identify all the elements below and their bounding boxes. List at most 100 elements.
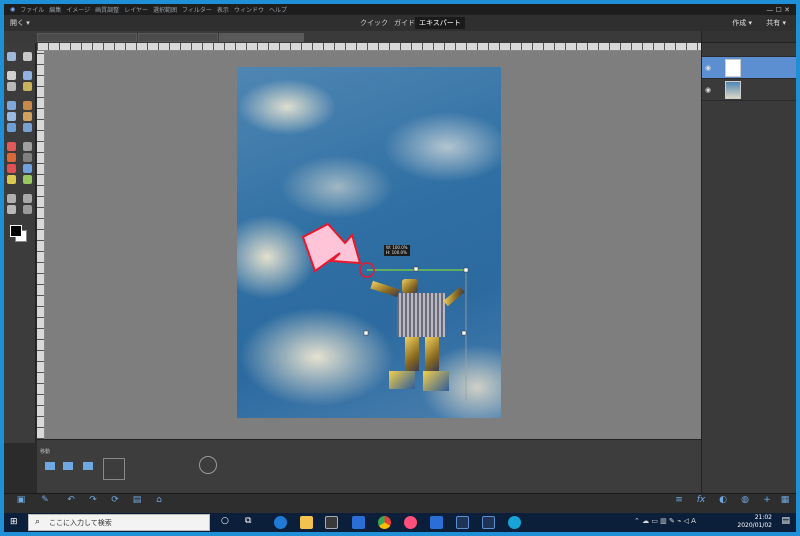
clock-time: 21:02 <box>754 514 772 521</box>
lasso-tool-icon[interactable] <box>7 82 17 91</box>
transform-handle[interactable] <box>363 330 369 336</box>
color-picker-icon[interactable] <box>7 164 17 173</box>
chrome-icon[interactable] <box>378 516 391 529</box>
menu-item-filter[interactable]: フィルター <box>182 5 212 14</box>
taskbar-search-placeholder: ここに入力して検索 <box>49 519 112 527</box>
layers-button[interactable]: ≡ <box>668 495 690 513</box>
menu-item-enhance[interactable]: 画質調整 <box>95 5 119 14</box>
visibility-eye-icon[interactable]: ◉ <box>705 86 711 94</box>
tool-options-button[interactable]: ✎ <box>34 495 56 513</box>
menu-item-image[interactable]: イメージ <box>66 5 90 14</box>
mail-icon[interactable] <box>352 516 365 529</box>
taskbar-search-box[interactable]: ⌕ ここに入力して検索 <box>28 514 210 531</box>
layout-button[interactable]: ▤ <box>126 495 148 513</box>
canvas-area[interactable]: W: 100.0% H: 100.0% <box>45 51 701 439</box>
tab-quick[interactable]: クイック <box>356 17 392 29</box>
document-tab-active[interactable] <box>219 33 304 42</box>
file-explorer-icon[interactable] <box>300 516 313 529</box>
undo-button[interactable]: ↶ <box>60 495 82 513</box>
clock[interactable]: 21:02 2020/01/02 <box>737 514 772 530</box>
tab-expert[interactable]: エキスパート <box>415 17 465 29</box>
menu-item-window[interactable]: ウィンドウ <box>234 5 264 14</box>
menu-item-select[interactable]: 選択範囲 <box>153 5 177 14</box>
zoom-tool-icon[interactable] <box>7 52 17 61</box>
app-icon[interactable] <box>508 516 521 529</box>
straighten-tool-icon[interactable] <box>22 205 32 214</box>
redo-button[interactable]: ↷ <box>82 495 104 513</box>
transform-handle[interactable] <box>463 267 469 273</box>
paint-bucket-icon[interactable] <box>7 153 17 162</box>
crop-tool-icon[interactable] <box>7 194 17 203</box>
layer-row-robot[interactable]: ◉ <box>702 57 796 79</box>
windows-start-icon[interactable]: ⊞ <box>10 517 21 528</box>
document-tab[interactable] <box>138 33 218 42</box>
blur-tool-icon[interactable] <box>7 123 17 132</box>
eraser-tool-icon[interactable] <box>22 142 32 151</box>
distribute-icon[interactable] <box>83 462 93 470</box>
word-icon[interactable] <box>430 516 443 529</box>
callout-arrow-icon <box>301 222 362 273</box>
menu-item-help[interactable]: ヘルプ <box>269 5 287 14</box>
layer-row-background[interactable]: ◉ <box>702 79 796 101</box>
align-icon[interactable] <box>63 462 73 470</box>
tool-options-bar: 移動 <box>37 439 701 493</box>
sponge-tool-icon[interactable] <box>22 123 32 132</box>
magic-wand-icon[interactable] <box>22 82 32 91</box>
window-controls[interactable]: — ☐ ✕ <box>766 6 790 14</box>
gradient-tool-icon[interactable] <box>22 153 32 162</box>
system-tray-icons[interactable]: ⌃ ☁ ▭ ▥ ✎ ⌁ ◁ A <box>634 517 696 525</box>
visibility-eye-icon[interactable]: ◉ <box>705 64 711 72</box>
clone-stamp-icon[interactable] <box>22 112 32 121</box>
windows-taskbar: ⊞ ⌕ ここに入力して検索 ○ ⧉ ⌃ ☁ ▭ ▥ ✎ ⌁ ◁ A 21:02 … <box>4 513 796 532</box>
reference-point-grid[interactable] <box>103 458 125 480</box>
content-move-icon[interactable] <box>7 205 17 214</box>
photoshop-elements-editor-icon[interactable] <box>482 516 495 529</box>
marquee-tool-icon[interactable] <box>22 71 32 80</box>
ruler-vertical <box>37 51 45 439</box>
store-icon[interactable] <box>325 516 338 529</box>
arrange-icon[interactable] <box>45 462 55 470</box>
brush-tool-icon[interactable] <box>7 142 17 151</box>
foreground-color-swatch[interactable] <box>10 225 22 237</box>
photo-bin-button[interactable]: ▣ <box>10 495 32 513</box>
document-tab[interactable] <box>37 33 137 42</box>
transform-handle[interactable] <box>413 266 419 272</box>
smart-brush-icon[interactable] <box>7 112 17 121</box>
open-button[interactable]: 開く ▾ <box>10 18 30 28</box>
organizer-button[interactable]: ⌂ <box>148 495 170 513</box>
pencil-tool-icon[interactable] <box>22 175 32 184</box>
filters-button[interactable]: ◐ <box>712 495 734 513</box>
transform-handle[interactable] <box>461 330 467 336</box>
app-logo-icon: ◉ <box>10 6 16 13</box>
menu-item-layer[interactable]: レイヤー <box>124 5 148 14</box>
move-tool-icon[interactable] <box>7 71 17 80</box>
recompose-tool-icon[interactable] <box>22 194 32 203</box>
rotate-dial[interactable] <box>199 456 217 474</box>
effects-button[interactable]: fx <box>690 495 712 513</box>
menu-item-file[interactable]: ファイル <box>20 5 44 14</box>
mode-bar: 開く ▾ クイック ガイド エキスパート 作成 ▾ 共有 ▾ <box>4 15 796 31</box>
photoshop-elements-organizer-icon[interactable] <box>456 516 469 529</box>
panel-bin-bar: ▣ ✎ ↶ ↷ ⟳ ▤ ⌂ ≡ fx ◐ ◍ + ▦ <box>4 493 796 513</box>
create-button[interactable]: 作成 ▾ <box>732 18 752 28</box>
menu-item-edit[interactable]: 編集 <box>49 5 61 14</box>
layers-toolbar <box>702 43 796 57</box>
notification-icon[interactable]: ▤ <box>781 516 790 526</box>
toolbox <box>4 43 36 443</box>
task-view-icon[interactable]: ⧉ <box>245 516 251 526</box>
itunes-icon[interactable] <box>404 516 417 529</box>
more-button[interactable]: ▦ <box>774 495 796 513</box>
spot-healing-icon[interactable] <box>22 101 32 110</box>
hand-tool-icon[interactable] <box>22 52 32 61</box>
task-view-icon[interactable]: ○ <box>221 516 229 526</box>
toolbox-section-view <box>4 43 35 51</box>
menu-item-view[interactable]: 表示 <box>217 5 229 14</box>
rotate-button[interactable]: ⟳ <box>104 495 126 513</box>
share-button[interactable]: 共有 ▾ <box>766 18 786 28</box>
eye-tool-icon[interactable] <box>7 101 17 110</box>
styles-button[interactable]: ◍ <box>734 495 756 513</box>
shape-tool-icon[interactable] <box>22 164 32 173</box>
edge-browser-icon[interactable] <box>274 516 287 529</box>
type-tool-icon[interactable] <box>7 175 17 184</box>
layer-thumbnail <box>725 59 741 77</box>
